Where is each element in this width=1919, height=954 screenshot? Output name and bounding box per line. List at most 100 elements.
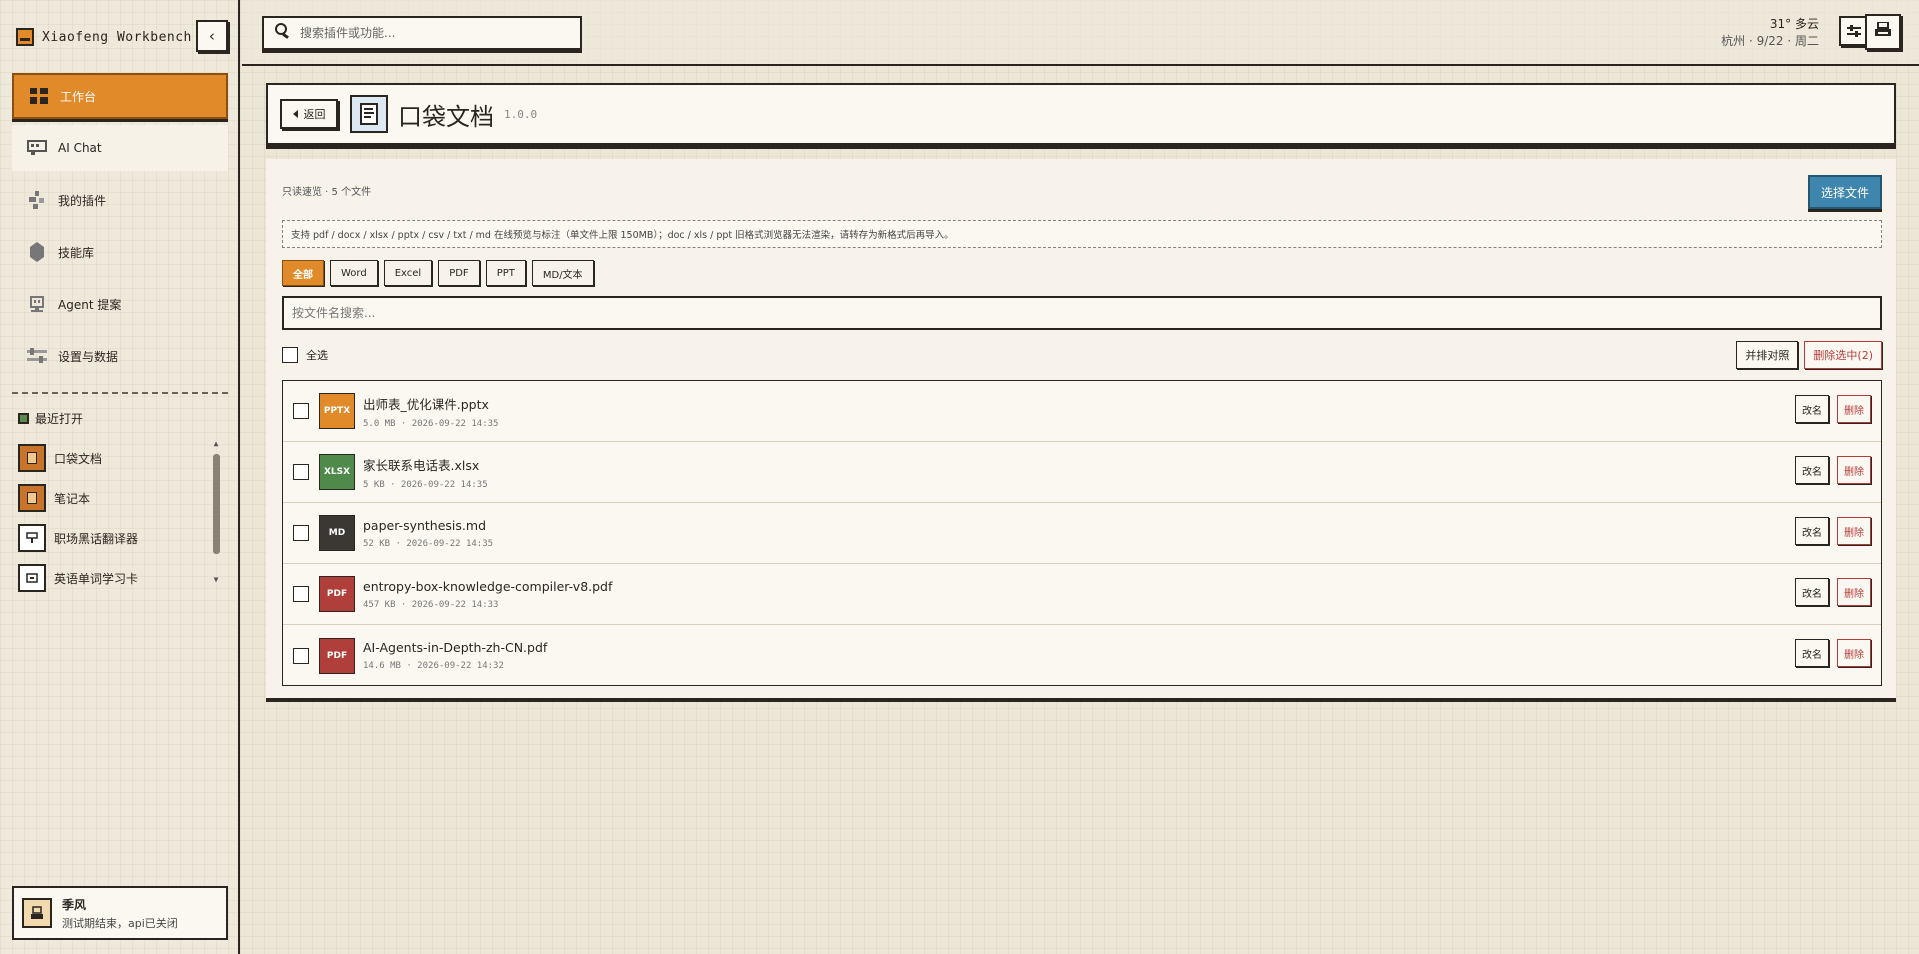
recent-item-translator[interactable]: 职场黑话翻译器 (18, 518, 208, 558)
square-icon (18, 413, 29, 424)
file-meta: 5.0 MB · 2026-09-22 14:35 (363, 418, 499, 429)
recent-item-flashcard[interactable]: 英语单词学习卡 (18, 558, 208, 598)
filter-pdf[interactable]: PDF (438, 260, 480, 286)
recent-item-label: 职场黑话翻译器 (54, 531, 139, 546)
rename-button[interactable]: 改名 (1795, 456, 1829, 484)
row-checkbox[interactable] (293, 647, 309, 664)
file-name[interactable]: entropy-box-knowledge-compiler-v8.pdf (363, 579, 612, 594)
file-row[interactable]: MD paper-synthesis.md 52 KB · 2026-09-22… (283, 503, 1881, 564)
file-row[interactable]: XLSX 家长联系电话表.xlsx 5 KB · 2026-09-22 14:3… (283, 442, 1881, 503)
delete-button[interactable]: 删除 (1837, 578, 1871, 606)
dashboard-icon (28, 87, 50, 105)
delete-button[interactable]: 删除 (1837, 517, 1871, 545)
sidebar-item-label: AI Chat (58, 141, 102, 155)
select-all-label: 全选 (306, 349, 328, 362)
profile-button[interactable] (1865, 14, 1901, 50)
filter-ppt[interactable]: PPT (485, 260, 526, 286)
plugin-icon (26, 191, 48, 209)
sidebar-nav: 工作台 AI Chat 我的插件 技能库 Agent 提案 设置与数据 (12, 73, 228, 385)
recent-scrollbar[interactable]: ▲ ▼ (210, 438, 222, 594)
recent-item-label: 口袋文档 (54, 451, 103, 466)
sidebar-item-label: 工作台 (60, 89, 97, 104)
row-checkbox[interactable] (293, 586, 309, 602)
rename-button[interactable]: 改名 (1795, 639, 1829, 667)
sidebar-item-workbench[interactable]: 工作台 (12, 73, 228, 119)
user-status: 测试期结束，api已关闭 (62, 916, 178, 930)
file-name[interactable]: 家长联系电话表.xlsx (363, 455, 488, 474)
delete-selected-button[interactable]: 删除选中(2) (1804, 341, 1882, 369)
page-header: 返回 口袋文档 1.0.0 (266, 83, 1896, 145)
row-actions: 改名 删除 (1787, 639, 1871, 667)
sidebar-item-ai-chat[interactable]: AI Chat (12, 125, 228, 171)
rename-button[interactable]: 改名 (1795, 517, 1829, 545)
choose-file-button[interactable]: 选择文件 (1808, 175, 1882, 209)
rename-button[interactable]: 改名 (1795, 395, 1829, 423)
filter-excel[interactable]: Excel (383, 260, 433, 286)
delete-button[interactable]: 删除 (1837, 639, 1871, 667)
weather-location-date: 杭州 · 9/22 · 周二 (1721, 34, 1819, 48)
select-all[interactable]: 全选 (282, 347, 328, 363)
recent-item-label: 笔记本 (54, 491, 91, 506)
row-actions: 改名 删除 (1787, 395, 1871, 423)
row-actions: 改名 删除 (1787, 517, 1871, 545)
compare-button[interactable]: 并排对照 (1736, 341, 1799, 369)
recent-title: 最近打开 (35, 412, 84, 426)
file-row[interactable]: PDF AI-Agents-in-Depth-zh-CN.pdf 14.6 MB… (283, 625, 1881, 686)
recent-item-pocket-docs[interactable]: 口袋文档 (18, 438, 208, 478)
global-search[interactable] (262, 16, 582, 50)
select-all-checkbox[interactable] (282, 347, 298, 363)
batch-actions: 并排对照 删除选中(2) (1730, 341, 1882, 369)
arrow-left-icon (292, 110, 298, 118)
recent-list: 口袋文档 笔记本 职场黑话翻译器 英语单词学习卡 (18, 438, 208, 598)
topbar: 31° 多云 杭州 · 9/22 · 周二 (242, 0, 1919, 66)
collapse-sidebar-button[interactable]: ‹ (196, 20, 228, 52)
filter-md-text[interactable]: MD/文本 (531, 260, 594, 286)
file-search[interactable] (282, 296, 1882, 330)
delete-button[interactable]: 删除 (1837, 395, 1871, 423)
scroll-thumb[interactable] (212, 454, 220, 554)
row-checkbox[interactable] (293, 464, 309, 480)
sidebar-item-label: Agent 提案 (58, 297, 122, 312)
app-title: Xiaofeng Workbench (42, 29, 192, 45)
document-icon (350, 95, 388, 133)
settings-icon (26, 347, 48, 365)
rename-button[interactable]: 改名 (1795, 578, 1829, 606)
sidebar-item-agent[interactable]: Agent 提案 (12, 281, 228, 327)
version-badge: 1.0.0 (504, 107, 538, 121)
recent-heading: 最近打开 (18, 410, 83, 427)
sidebar-item-settings[interactable]: 设置与数据 (12, 333, 228, 379)
xlsx-file-icon: XLSX (319, 454, 355, 490)
sidebar-item-plugins[interactable]: 我的插件 (12, 177, 228, 223)
file-name[interactable]: paper-synthesis.md (363, 518, 493, 533)
row-actions: 改名 删除 (1787, 578, 1871, 606)
printer-icon (1874, 21, 1892, 42)
filter-word[interactable]: Word (330, 260, 378, 286)
back-label: 返回 (303, 108, 326, 121)
file-list: PPTX 出师表_优化课件.pptx 5.0 MB · 2026-09-22 1… (282, 380, 1882, 686)
file-row[interactable]: PDF entropy-box-knowledge-compiler-v8.pd… (283, 564, 1881, 625)
filter-all[interactable]: 全部 (282, 260, 324, 286)
scroll-up-icon[interactable]: ▲ (210, 438, 222, 450)
row-checkbox[interactable] (293, 403, 309, 419)
file-name[interactable]: AI-Agents-in-Depth-zh-CN.pdf (363, 640, 547, 655)
recent-item-notebook[interactable]: 笔记本 (18, 478, 208, 518)
sidebar: Xiaofeng Workbench ‹ 工作台 AI Chat 我的插件 技能… (0, 0, 240, 954)
sidebar-item-skills[interactable]: 技能库 (12, 229, 228, 275)
delete-button[interactable]: 删除 (1837, 456, 1871, 484)
row-actions: 改名 删除 (1787, 456, 1871, 484)
chevron-left-icon: ‹ (207, 27, 217, 45)
md-file-icon: MD (319, 515, 355, 551)
file-row[interactable]: PPTX 出师表_优化课件.pptx 5.0 MB · 2026-09-22 1… (283, 381, 1881, 442)
flashcard-icon (18, 564, 46, 592)
scroll-down-icon[interactable]: ▼ (210, 574, 222, 586)
search-input[interactable] (300, 26, 560, 40)
sidebar-item-label: 我的插件 (58, 193, 107, 208)
row-checkbox[interactable] (293, 525, 309, 541)
chat-icon (26, 139, 48, 157)
back-button[interactable]: 返回 (280, 99, 338, 129)
divider (12, 392, 228, 394)
search-icon (274, 23, 292, 43)
file-search-input[interactable] (292, 306, 1880, 320)
file-name[interactable]: 出师表_优化课件.pptx (363, 394, 498, 413)
user-card[interactable]: 季风 测试期结束，api已关闭 (12, 886, 228, 940)
